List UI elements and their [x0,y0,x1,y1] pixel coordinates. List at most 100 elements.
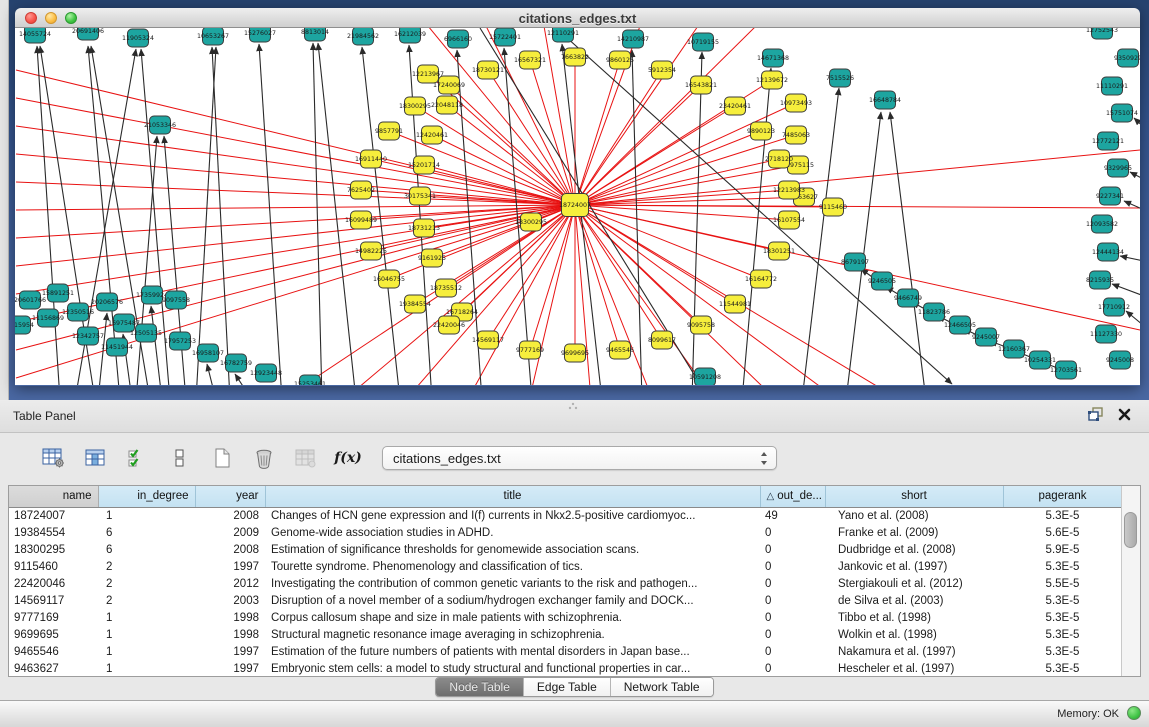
show-columns-button[interactable] [82,445,110,471]
table-row[interactable]: 1938455462009Genome-wide association stu… [9,524,1121,541]
graph-node[interactable]: 11127330 [1090,325,1122,343]
table-row[interactable]: 1830029562008Estimation of significance … [9,541,1121,558]
graph-node[interactable]: 20691406 [72,28,104,40]
network-canvas[interactable]: 1405572420691406119053241065326715276027… [15,28,1140,385]
graph-node[interactable]: 15722401 [489,28,521,46]
graph-node[interactable]: 12420461 [416,126,448,144]
graph-node[interactable]: 9329965 [1104,159,1132,177]
graph-node[interactable]: 12466505 [944,316,976,334]
graph-node[interactable]: 9095758 [687,316,715,334]
table-scrollbar-thumb[interactable] [1124,512,1137,548]
graph-node[interactable]: 12772121 [1092,132,1124,150]
graph-node[interactable]: 14055724 [19,28,51,43]
graph-node[interactable]: 9246505 [868,272,896,290]
table-row[interactable]: 946554611997Estimation of the future num… [9,643,1121,660]
graph-node[interactable]: 12923448 [250,364,282,382]
network-window-titlebar[interactable]: citations_edges.txt [15,8,1140,28]
table-row[interactable]: 969969511998Structural magnetic resonanc… [9,626,1121,643]
tab-network-table[interactable]: Network Table [611,678,713,696]
float-window-icon[interactable] [1088,407,1104,421]
graph-node[interactable]: 17359924 [136,286,168,304]
table-options-button[interactable] [40,445,68,471]
graph-node[interactable]: 11823786 [918,303,950,321]
table-row[interactable]: 946362711997Embryonic stem cells: a mode… [9,660,1121,676]
graph-node[interactable]: 7625402 [347,181,375,199]
panel-resize-handle[interactable] [566,402,580,411]
new-column-button[interactable] [208,445,236,471]
table-row[interactable]: 1872400712008Changes of HCN gene express… [9,507,1121,524]
graph-node[interactable]: 12752543 [1086,28,1118,39]
graph-node[interactable]: 12444134 [1092,243,1124,261]
graph-node[interactable]: 23420461 [719,97,751,115]
delete-table-button[interactable] [292,445,320,471]
table-row[interactable]: 1456911722003Disruption of a novel membe… [9,592,1121,609]
graph-node[interactable]: 7663822 [561,48,589,66]
graph-node[interactable]: 9857791 [375,122,403,140]
graph-node[interactable]: 8679197 [841,253,869,271]
close-icon[interactable] [1118,408,1131,421]
graph-node[interactable]: 9777169 [516,341,544,359]
graph-node[interactable]: 7485063 [782,126,810,144]
graph-node[interactable]: 22048118 [431,96,463,114]
graph-node[interactable]: 21984562 [347,28,379,45]
table-row[interactable]: 977716911998Corpus callosum shape and si… [9,609,1121,626]
graph-node[interactable]: 10254331 [1024,351,1056,369]
graph-node[interactable]: 9890123 [747,122,775,140]
graph-node[interactable]: 21053346 [144,116,176,134]
graph-node[interactable]: 9699695 [561,344,589,362]
graph-node[interactable]: 9466749 [894,289,922,307]
graph-node[interactable]: 16164772 [745,270,777,288]
delete-column-button[interactable] [250,445,278,471]
graph-node[interactable]: 18730121 [472,61,504,79]
graph-node[interactable]: 18724007 [559,194,591,217]
graph-node[interactable]: 15751074 [1106,104,1138,122]
graph-node[interactable]: 16958107 [192,344,224,362]
select-columns-button[interactable] [124,445,152,471]
graph-node[interactable]: 5912354 [648,61,676,79]
graph-node[interactable]: 18735512 [430,279,462,297]
graph-node[interactable]: 9860125 [606,51,634,69]
graph-node[interactable]: 20206576 [91,293,123,311]
graph-node[interactable]: 2718120 [765,150,793,168]
graph-node[interactable]: 14210987 [617,30,649,48]
graph-node[interactable]: 10973493 [780,94,812,112]
graph-node[interactable]: 15276027 [244,28,276,42]
graph-node[interactable]: 11451944 [101,338,133,356]
graph-node[interactable]: 14982225 [355,242,387,260]
graph-node[interactable]: 16782759 [220,354,252,372]
tab-node-table[interactable]: Node Table [436,678,524,696]
graph-node[interactable]: 9245008 [1106,351,1134,369]
graph-node[interactable]: 16099489 [345,211,377,229]
graph-node[interactable]: 7515526 [826,69,854,87]
column-header-out_de[interactable]: △out_de... [760,486,825,507]
graph-node[interactable]: 9115460 [819,198,847,216]
graph-node[interactable]: 15891251 [42,284,74,302]
column-header-short[interactable]: short [825,486,1003,507]
graph-node[interactable]: 12110291 [547,28,579,42]
graph-node[interactable]: 8813014 [301,28,329,41]
graph-node[interactable]: 8215935 [1086,271,1114,289]
graph-node[interactable]: 18300295 [399,97,431,115]
column-header-pagerank[interactable]: pagerank [1003,486,1121,507]
graph-node[interactable]: 16212039 [394,28,426,43]
graph-node[interactable]: 11110291 [1096,77,1128,95]
graph-node[interactable]: 12139672 [756,71,788,89]
graph-node[interactable]: 9350929 [1114,49,1140,67]
function-builder-button[interactable]: f(x) [334,445,362,471]
table-row[interactable]: 2242004622012Investigating the contribut… [9,575,1121,592]
column-header-year[interactable]: year [195,486,265,507]
graph-node[interactable]: 18301251 [763,242,795,260]
table-row[interactable]: 911546021997Tourette syndrome. Phenomeno… [9,558,1121,575]
row-mode-button[interactable] [166,445,194,471]
table-scrollbar[interactable] [1121,486,1140,676]
graph-node[interactable]: 8099617 [648,331,676,349]
column-header-name[interactable]: name [9,486,98,507]
graph-node[interactable]: 12342757 [72,327,104,345]
network-table-select[interactable]: citations_edges.txt [382,446,777,470]
column-header-in_degree[interactable]: in_degree [98,486,195,507]
graph-node[interactable]: 20601766 [15,291,46,309]
graph-node[interactable]: 9465546 [606,341,634,359]
graph-node[interactable]: 9245007 [972,328,1000,346]
graph-node[interactable]: 16046755 [373,270,405,288]
graph-node[interactable]: 9161925 [418,249,446,267]
